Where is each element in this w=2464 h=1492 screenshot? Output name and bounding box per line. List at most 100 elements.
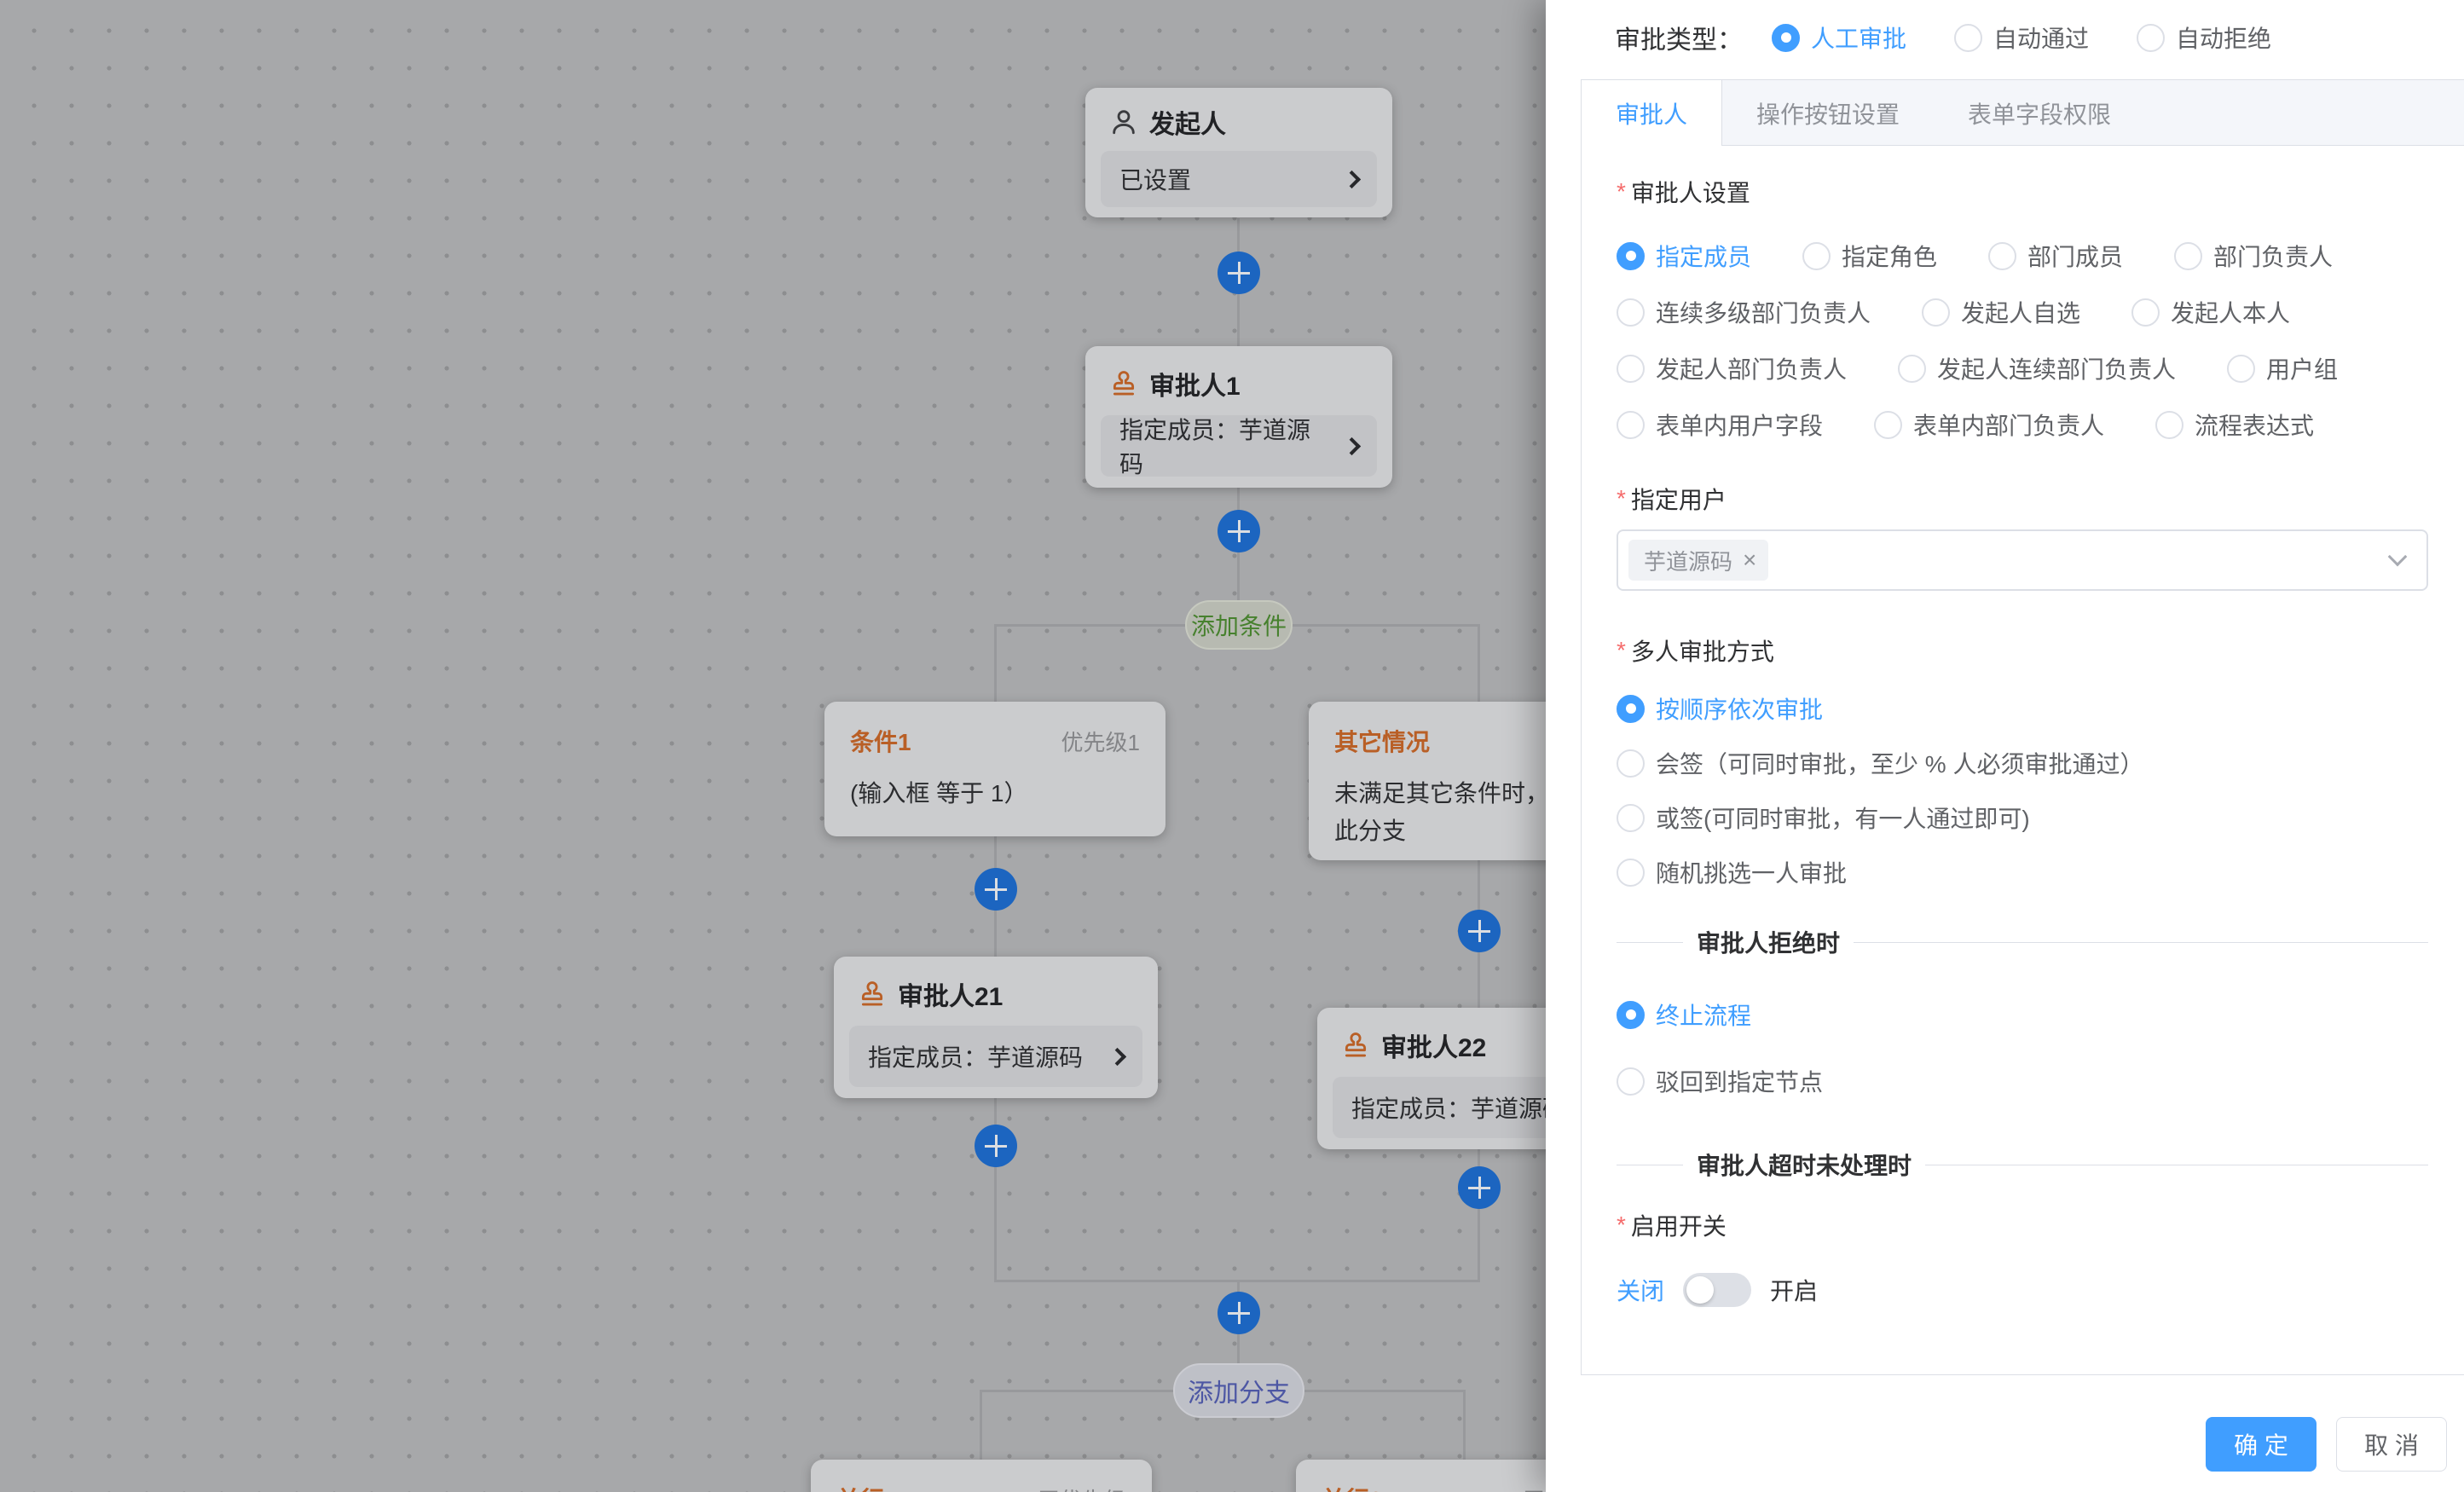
- multi-approve-mode-label: * 多人审批方式: [1617, 633, 2428, 668]
- node-parallel2[interactable]: 并行2 无优先级: [1296, 1460, 1546, 1492]
- tag-close-icon[interactable]: ×: [1743, 548, 1756, 572]
- add-condition-button[interactable]: 添加条件: [1185, 600, 1293, 650]
- radio-initiator-multi-dept-leader[interactable]: 发起人连续部门负责人: [1898, 351, 2176, 385]
- radio-dept-leader[interactable]: 部门负责人: [2174, 239, 2333, 273]
- node-title: 条件1: [850, 724, 911, 758]
- switch-off-label: 关闭: [1617, 1273, 1664, 1307]
- radio-user-group[interactable]: 用户组: [2227, 351, 2338, 385]
- stamp-icon: [1341, 1031, 1370, 1060]
- node-condition-expression[interactable]: (输入框 等于 1）: [850, 775, 1140, 813]
- radio-return-to-node[interactable]: 驳回到指定节点: [1617, 1054, 2428, 1108]
- node-priority: 无优先级: [1038, 1483, 1126, 1492]
- enable-switch-label: * 启用开关: [1617, 1208, 2428, 1242]
- node-parallel1[interactable]: 并行1 无优先级: [811, 1460, 1152, 1492]
- node-condition-else[interactable]: 其它情况 优先级2 未满足其它条件时，将进入此分支: [1309, 702, 1546, 860]
- approver-setting-label: * 审批人设置: [1617, 175, 2428, 209]
- approval-type-label: 审批类型：: [1615, 19, 1743, 56]
- radio-or-sign[interactable]: 或签(可同时审批，有一人通过即可): [1617, 790, 2428, 845]
- chevron-right-icon: [1108, 1047, 1126, 1065]
- node-approver1[interactable]: 审批人1 指定成员：芋道源码: [1085, 346, 1392, 488]
- timeout-switch-row: 关闭 开启: [1617, 1269, 2428, 1310]
- radio-random-one[interactable]: 随机挑选一人审批: [1617, 845, 2428, 899]
- node-title: 审批人21: [898, 975, 1003, 1013]
- node-priority: 无优先级: [1523, 1483, 1546, 1492]
- radio-initiator-choose[interactable]: 发起人自选: [1922, 295, 2080, 329]
- approver-settings-drawer: 审批类型： 人工审批 自动通过 自动拒绝 审批人 操作按钮设置 表单字段权限: [1546, 0, 2464, 1492]
- add-branch-button[interactable]: 添加分支: [1173, 1363, 1304, 1418]
- stamp-icon: [1109, 369, 1138, 398]
- drawer-footer: 确 定 取 消: [1546, 1417, 2447, 1472]
- add-node-button[interactable]: [975, 1125, 1017, 1167]
- approval-flow-designer: 发起人 已设置 审批人1 指定成员：芋道源码: [0, 0, 2464, 1492]
- tab-form-field-permissions[interactable]: 表单字段权限: [1934, 80, 2145, 146]
- node-body-text: 指定成员：芋道源码: [1351, 1090, 1546, 1125]
- node-body-text: 指定成员：芋道源码: [1119, 412, 1333, 480]
- add-node-button[interactable]: [1218, 510, 1260, 552]
- timeout-enable-switch[interactable]: [1683, 1273, 1751, 1307]
- required-asterisk: *: [1617, 1212, 1626, 1239]
- switch-knob: [1686, 1276, 1714, 1304]
- settings-tabs: 审批人 操作按钮设置 表单字段权限 * 审批人设置 指定成员 指定角色 部门成员…: [1581, 79, 2464, 1375]
- add-node-button[interactable]: [1218, 1292, 1260, 1334]
- add-node-button[interactable]: [1458, 1166, 1501, 1209]
- radio-dot: [1772, 24, 1800, 52]
- radio-designated-member[interactable]: 指定成员: [1617, 239, 1751, 273]
- assign-user-select[interactable]: 芋道源码 ×: [1617, 529, 2428, 591]
- required-asterisk: *: [1617, 637, 1626, 664]
- tab-pane-approver: * 审批人设置 指定成员 指定角色 部门成员 部门负责人 连续多级部门负责人 发…: [1582, 146, 2464, 1336]
- radio-designated-role[interactable]: 指定角色: [1802, 239, 1937, 273]
- node-priority: 优先级1: [1061, 726, 1140, 757]
- node-condition-description: 未满足其它条件时，将进入此分支: [1334, 775, 1546, 850]
- node-body-text: 指定成员：芋道源码: [868, 1039, 1083, 1073]
- node-start-config[interactable]: 已设置: [1101, 151, 1377, 207]
- radio-terminate-process[interactable]: 终止流程: [1617, 987, 2428, 1042]
- tabs-header: 审批人 操作按钮设置 表单字段权限: [1582, 80, 2464, 146]
- node-title: 并行2: [1322, 1482, 1383, 1492]
- radio-manual-approval[interactable]: 人工审批: [1772, 20, 1906, 55]
- flow-canvas[interactable]: 发起人 已设置 审批人1 指定成员：芋道源码: [0, 0, 1546, 1492]
- add-node-button[interactable]: [975, 868, 1017, 911]
- stamp-icon: [858, 980, 887, 1009]
- radio-auto-reject[interactable]: 自动拒绝: [2137, 20, 2271, 55]
- radio-multi-level-dept-leader[interactable]: 连续多级部门负责人: [1617, 295, 1871, 329]
- node-approver22[interactable]: 审批人22 指定成员：芋道源码: [1317, 1008, 1546, 1149]
- approval-type-row: 审批类型： 人工审批 自动通过 自动拒绝: [1615, 0, 2455, 75]
- radio-process-expression[interactable]: 流程表达式: [2155, 408, 2314, 442]
- radio-sequential-approval[interactable]: 按顺序依次审批: [1617, 681, 2428, 736]
- node-start[interactable]: 发起人 已设置: [1085, 88, 1392, 217]
- tab-approver[interactable]: 审批人: [1582, 80, 1722, 146]
- node-condition1[interactable]: 条件1 优先级1 (输入框 等于 1）: [824, 702, 1165, 836]
- radio-auto-approve[interactable]: 自动通过: [1954, 20, 2089, 55]
- reject-options-group: 终止流程 驳回到指定节点: [1617, 987, 2428, 1108]
- node-approver1-config[interactable]: 指定成员：芋道源码: [1101, 415, 1377, 477]
- radio-form-user-field[interactable]: 表单内用户字段: [1617, 408, 1823, 442]
- reject-divider: 审批人拒绝时: [1617, 942, 2428, 943]
- radio-initiator-dept-leader[interactable]: 发起人部门负责人: [1617, 351, 1847, 385]
- tab-action-buttons[interactable]: 操作按钮设置: [1722, 80, 1934, 146]
- add-branch-label: 添加分支: [1188, 1372, 1290, 1409]
- user-tag-label: 芋道源码: [1644, 545, 1732, 576]
- add-node-button[interactable]: [1218, 252, 1260, 294]
- radio-countersign[interactable]: 会签（可同时审批，至少 % 人必须审批通过）: [1617, 736, 2428, 790]
- required-asterisk: *: [1617, 485, 1626, 512]
- confirm-button[interactable]: 确 定: [2206, 1417, 2317, 1472]
- chevron-down-icon: [2388, 547, 2408, 567]
- assign-user-label: * 指定用户: [1617, 482, 2428, 516]
- node-title: 其它情况: [1334, 724, 1430, 758]
- node-approver22-config[interactable]: 指定成员：芋道源码: [1333, 1077, 1546, 1138]
- chevron-right-icon: [1343, 437, 1361, 454]
- radio-form-dept-leader[interactable]: 表单内部门负责人: [1874, 408, 2104, 442]
- node-title: 审批人1: [1149, 365, 1241, 402]
- add-node-button[interactable]: [1458, 910, 1501, 952]
- radio-dept-member[interactable]: 部门成员: [1988, 239, 2123, 273]
- node-title: 审批人22: [1381, 1026, 1486, 1064]
- node-title: 并行1: [836, 1482, 898, 1492]
- timeout-divider-label: 审批人超时未处理时: [1683, 1148, 1925, 1182]
- node-approver21[interactable]: 审批人21 指定成员：芋道源码: [834, 957, 1158, 1098]
- reject-divider-label: 审批人拒绝时: [1683, 925, 1854, 959]
- node-approver21-config[interactable]: 指定成员：芋道源码: [849, 1026, 1142, 1087]
- user-tag: 芋道源码 ×: [1628, 540, 1768, 581]
- radio-dot: [1954, 24, 1982, 52]
- cancel-button[interactable]: 取 消: [2336, 1417, 2447, 1472]
- radio-initiator-self[interactable]: 发起人本人: [2131, 295, 2290, 329]
